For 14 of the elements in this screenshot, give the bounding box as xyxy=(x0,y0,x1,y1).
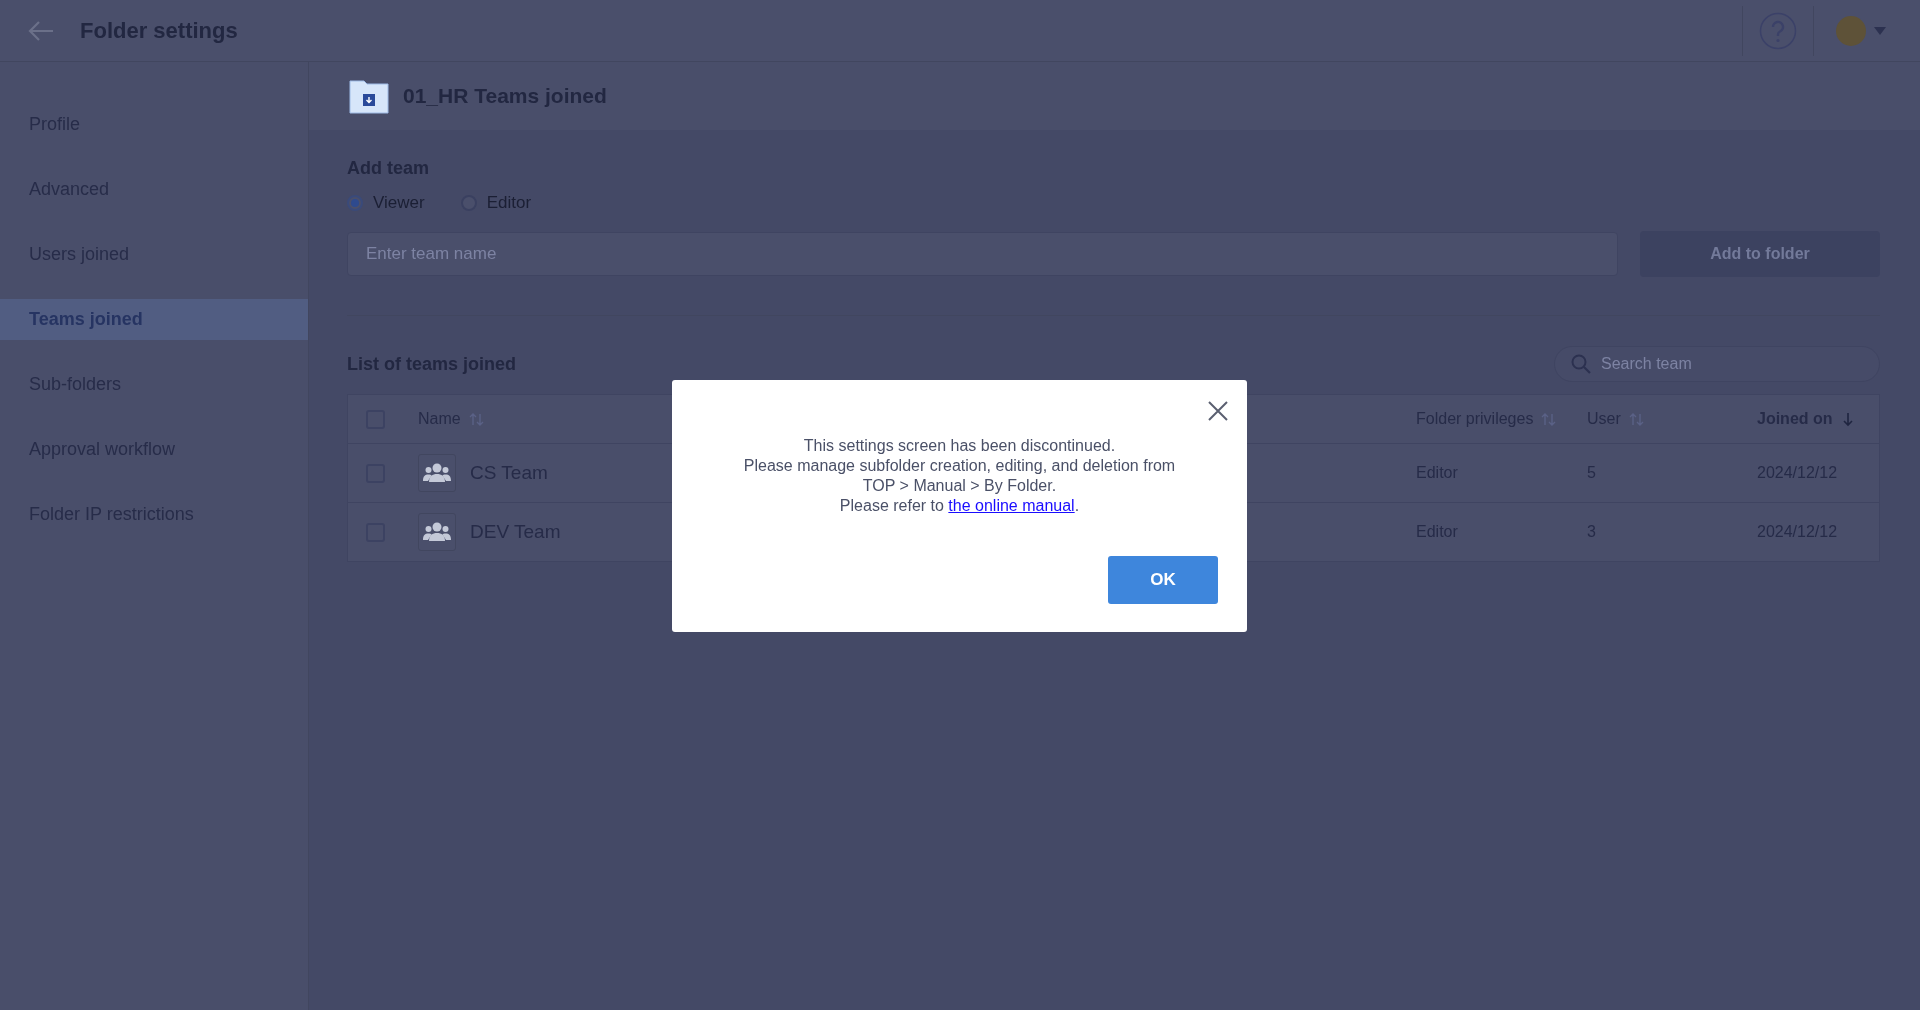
team-avatar-icon xyxy=(418,513,456,551)
close-icon[interactable] xyxy=(1207,400,1229,422)
search-icon xyxy=(1571,354,1591,374)
search-field[interactable]: Search team xyxy=(1554,346,1880,382)
dialog-message: This settings screen has been discontinued. Please manage subfolder creation, editing, and deletion from TOP > Manual > By Folder. Please refer to the online manual. xyxy=(742,436,1177,516)
back-arrow-icon[interactable] xyxy=(28,19,54,42)
team-name-field[interactable]: Enter team name xyxy=(347,232,1618,276)
folder-icon xyxy=(349,78,389,114)
manual-link[interactable]: the online manual xyxy=(948,497,1075,514)
ok-button[interactable]: OK xyxy=(1108,556,1218,604)
search-field[interactable]: Search team xyxy=(1601,349,1863,379)
caret-icon[interactable] xyxy=(1874,26,1886,35)
user-avatar[interactable] xyxy=(1836,15,1866,46)
team-avatar-icon xyxy=(418,454,456,492)
